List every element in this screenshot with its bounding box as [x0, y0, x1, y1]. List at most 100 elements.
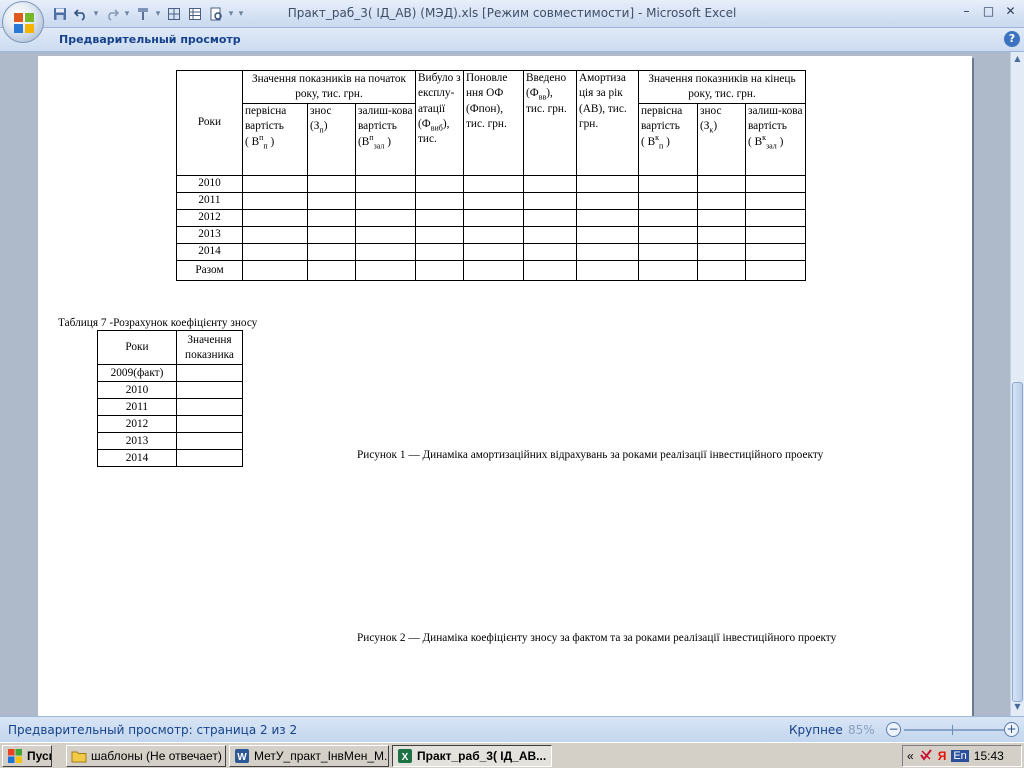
print-preview-bar: Предварительный просмотр ?: [0, 28, 1024, 52]
col-header-years: Роки: [97, 330, 177, 365]
zoom-slider[interactable]: [904, 729, 1004, 731]
row-label: 2013: [176, 226, 243, 244]
table-row: 2011: [176, 192, 806, 210]
table-row: 2011: [97, 398, 243, 416]
col-header-start-wear: знос (Зп): [307, 103, 356, 176]
figure2-caption: Рисунок 2 — Динаміка коефіцієнту зносу з…: [357, 632, 837, 644]
vertical-scrollbar[interactable]: ▲ ▼: [1010, 52, 1024, 716]
taskbar-item-word[interactable]: W МетУ_практ_ІнвМен_М...: [229, 745, 389, 767]
print-preview-tab[interactable]: Предварительный просмотр: [59, 33, 241, 46]
preview-dropdown-icon[interactable]: ▾: [227, 5, 235, 23]
excel-icon: X: [397, 748, 413, 764]
taskbar-item-label: МетУ_практ_ІнвМен_М...: [254, 749, 389, 763]
row-label: 2014: [97, 449, 177, 467]
office-button[interactable]: [2, 1, 44, 43]
row-label: 2010: [176, 175, 243, 193]
table-row: 2009(факт): [97, 364, 243, 382]
row-label: 2010: [97, 381, 177, 399]
table-row-total: Разом: [176, 260, 806, 281]
status-text: Предварительный просмотр: страница 2 из …: [8, 723, 298, 737]
preview-workspace: Роки Значення показників на початок року…: [0, 52, 1010, 716]
help-icon[interactable]: ?: [1004, 31, 1020, 47]
table-row: 2012: [97, 415, 243, 433]
redo-dropdown-icon[interactable]: ▾: [123, 5, 131, 23]
row-label: 2014: [176, 243, 243, 261]
start-button[interactable]: Пуск: [2, 745, 52, 767]
col-group-end-of-year: Значення показників на кінець року, тис.…: [638, 70, 806, 104]
system-tray: « Я En 15:43: [902, 745, 1022, 767]
preview-page: Роки Значення показників на початок року…: [38, 56, 972, 716]
table-row: 2013: [97, 432, 243, 450]
col-header-start-initial: первісна вартість( Впп ): [242, 103, 308, 176]
row-label: 2009(факт): [97, 364, 177, 382]
taskbar-item-templates[interactable]: шаблоны (Не отвечает): [66, 745, 226, 767]
window-controls: – □ ✕: [957, 2, 1020, 20]
col-header-depreciation: Амортиза ція за рік (АВ), тис. грн.: [576, 70, 639, 176]
wear-coefficient-table: Роки Значення показника 2009(факт) 2010 …: [97, 330, 243, 467]
table-row: 2014: [176, 243, 806, 261]
maximize-button[interactable]: □: [979, 2, 998, 20]
figure1-caption: Рисунок 1 — Динаміка амортизаційних відр…: [357, 449, 824, 461]
scroll-down-icon[interactable]: ▼: [1011, 700, 1024, 714]
zoom-in-button[interactable]: +: [1004, 722, 1019, 737]
save-icon[interactable]: [50, 5, 69, 23]
row-label: 2012: [97, 415, 177, 433]
undo-icon[interactable]: [71, 5, 90, 23]
office-logo-icon: [14, 13, 34, 33]
row-label: 2013: [97, 432, 177, 450]
taskbar: Пуск шаблоны (Не отвечает) W МетУ_практ_…: [0, 742, 1024, 768]
zoom-slider-mark: [952, 725, 953, 735]
word-icon: W: [234, 748, 250, 764]
col-header-end-initial: первісна вартість( Вкп ): [638, 103, 698, 176]
taskbar-item-excel[interactable]: X Практ_раб_3( ІД_АВ...: [392, 745, 552, 767]
minimize-button[interactable]: –: [957, 2, 976, 20]
table-row: 2010: [97, 381, 243, 399]
table-row: 2010: [176, 175, 806, 193]
tray-expand-icon[interactable]: «: [907, 749, 914, 763]
col-header-value: Значення показника: [176, 330, 243, 365]
undo-dropdown-icon[interactable]: ▾: [92, 5, 100, 23]
table-icon[interactable]: [185, 5, 204, 23]
zoom-out-button[interactable]: −: [886, 722, 901, 737]
customize-toolbar-icon[interactable]: ▾: [237, 5, 245, 23]
row-label: Разом: [176, 260, 243, 281]
painter-dropdown-icon[interactable]: ▾: [154, 5, 162, 23]
close-button[interactable]: ✕: [1001, 2, 1020, 20]
zoom-percent[interactable]: 85%: [848, 723, 875, 737]
print-preview-icon[interactable]: [206, 5, 225, 23]
borders-icon[interactable]: [164, 5, 183, 23]
svg-text:W: W: [237, 752, 247, 763]
title-bar: ▾ ▾ ▾ ▾ ▾ Практ_раб_3( ІД_АВ) (МЭД).xls …: [0, 0, 1024, 28]
quick-access-toolbar: ▾ ▾ ▾ ▾ ▾: [50, 4, 245, 24]
scroll-thumb[interactable]: [1012, 382, 1023, 702]
row-label: 2011: [176, 192, 243, 210]
svg-text:X: X: [402, 752, 409, 763]
taskbar-item-label: Практ_раб_3( ІД_АВ...: [417, 749, 547, 763]
antivirus-icon[interactable]: [919, 748, 933, 765]
status-bar: Предварительный просмотр: страница 2 из …: [0, 716, 1024, 742]
zoom-label[interactable]: Крупнее: [789, 723, 843, 737]
col-header-start-residual: залиш-кова вартість (Впзал ): [355, 103, 416, 176]
row-label: 2011: [97, 398, 177, 416]
col-header-end-residual: залиш-кова вартість( Вкзал ): [745, 103, 806, 176]
table7-caption: Таблиця 7 -Розрахунок коефіцієнту зносу: [58, 317, 258, 329]
scroll-up-icon[interactable]: ▲: [1011, 52, 1024, 66]
clock[interactable]: 15:43: [974, 749, 1004, 763]
table-row: 2014: [97, 449, 243, 467]
table-row: 2013: [176, 226, 806, 244]
col-group-start-of-year: Значення показників на початок року, тис…: [242, 70, 416, 104]
col-header-end-wear: знос (Зк): [697, 103, 746, 176]
start-label: Пуск: [27, 749, 52, 763]
windows-flag-icon: [7, 748, 23, 764]
row-label: 2012: [176, 209, 243, 227]
fixed-assets-table: Роки Значення показників на початок року…: [176, 70, 806, 281]
table-row: 2012: [176, 209, 806, 227]
taskbar-item-label: шаблоны (Не отвечает): [91, 749, 222, 763]
format-painter-icon[interactable]: [133, 5, 152, 23]
col-header-introduced: Введено (Фвв), тис. грн.: [523, 70, 577, 176]
redo-icon[interactable]: [102, 5, 121, 23]
yandex-icon[interactable]: Я: [938, 749, 947, 763]
language-indicator[interactable]: En: [951, 750, 969, 762]
col-header-disposed: Вибуло з експлу-атації (Фвиб), тис.: [415, 70, 464, 176]
col-header-years: Роки: [176, 70, 243, 176]
